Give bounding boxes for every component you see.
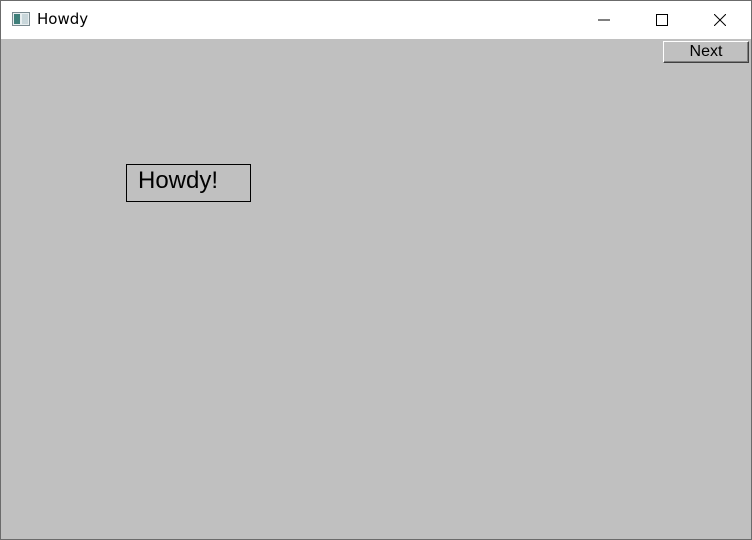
minimize-button[interactable] (575, 1, 633, 39)
close-icon (714, 14, 726, 26)
client-area: Next Howdy! (1, 39, 751, 539)
maximize-icon (656, 14, 668, 26)
greeting-label: Howdy! (138, 167, 219, 194)
minimize-icon (598, 19, 610, 21)
next-button[interactable]: Next (663, 41, 749, 63)
window-title: Howdy (37, 10, 89, 28)
app-window: Howdy Next Howdy! (0, 0, 752, 540)
greeting-box: Howdy! (126, 164, 251, 202)
close-button[interactable] (691, 1, 749, 39)
maximize-button[interactable] (633, 1, 691, 39)
app-icon (12, 12, 30, 26)
title-bar[interactable]: Howdy (1, 1, 751, 39)
